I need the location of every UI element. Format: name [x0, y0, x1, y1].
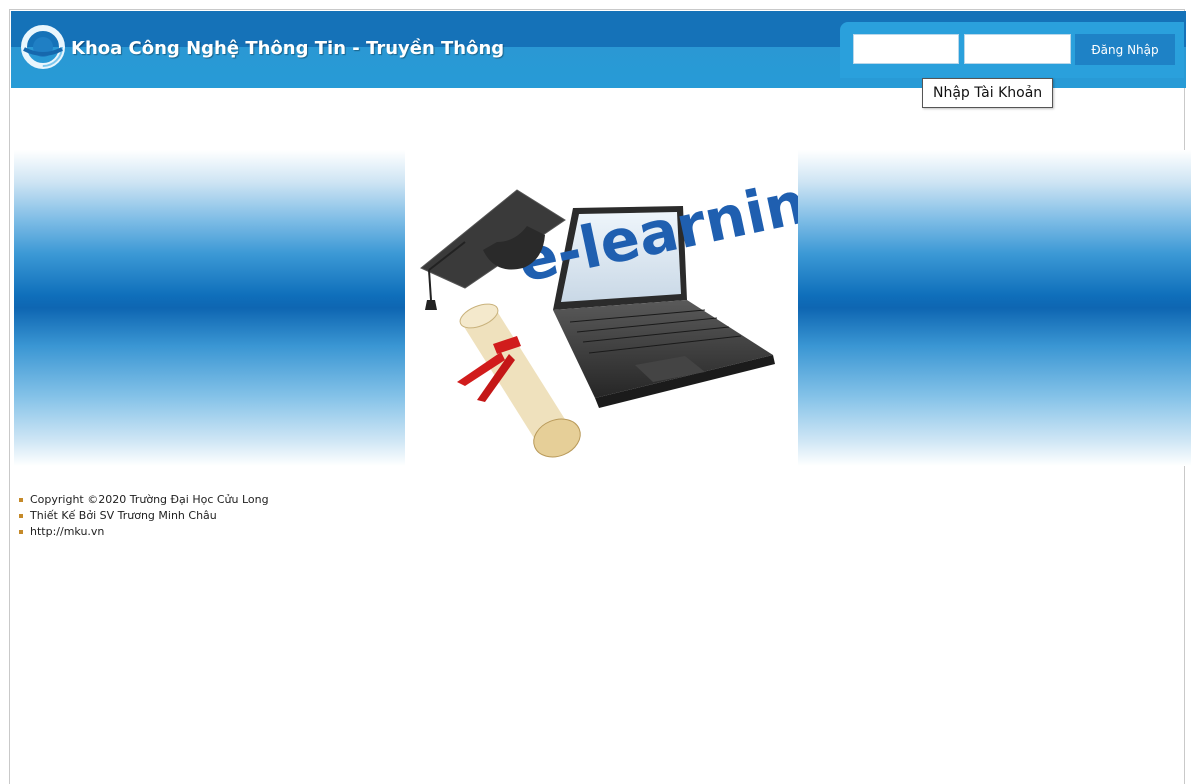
footer-designer: Thiết Kế Bởi SV Trương Minh Châu: [30, 509, 217, 522]
left-gradient-banner: [14, 150, 405, 466]
bullet-icon: [19, 514, 23, 518]
password-input[interactable]: [964, 34, 1071, 64]
footer-copyright: Copyright ©2020 Trường Đại Học Cửu Long: [30, 493, 269, 506]
footer-list: Copyright ©2020 Trường Đại Học Cửu Long …: [18, 492, 269, 540]
username-tooltip: Nhập Tài Khoản: [922, 78, 1054, 108]
footer-link[interactable]: http://mku.vn: [30, 525, 104, 538]
circular-ring-logo-icon: [21, 25, 65, 69]
list-item: http://mku.vn: [18, 524, 269, 540]
list-item: Thiết Kế Bởi SV Trương Minh Châu: [18, 508, 269, 524]
bullet-icon: [19, 530, 23, 534]
elearning-hero-image: e-learning: [405, 150, 853, 466]
site-title: Khoa Công Nghệ Thông Tin - Truyền Thông: [71, 38, 505, 59]
login-button[interactable]: Đăng Nhập: [1075, 34, 1175, 65]
bullet-icon: [19, 498, 23, 502]
elearning-illustration: e-learning: [420, 160, 853, 458]
username-input[interactable]: [853, 34, 959, 64]
right-gradient-banner: [798, 150, 1191, 466]
list-item: Copyright ©2020 Trường Đại Học Cửu Long: [18, 492, 269, 508]
